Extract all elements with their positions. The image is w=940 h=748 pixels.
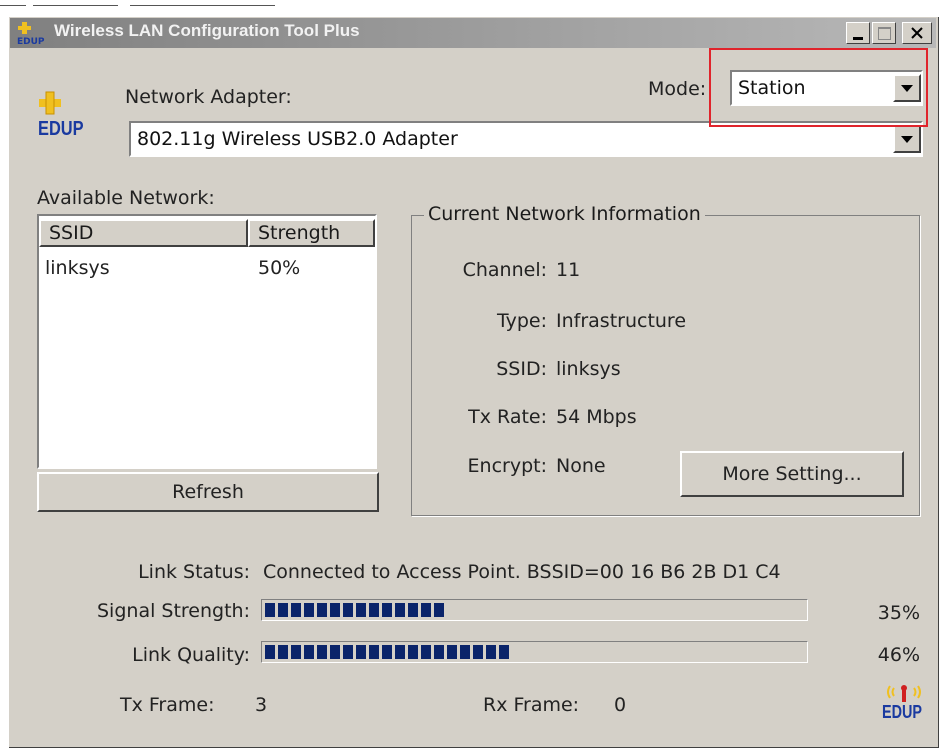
network-adapter-value: 802.11g Wireless USB2.0 Adapter <box>137 128 458 150</box>
progress-segment <box>330 645 340 659</box>
progress-segment <box>356 645 366 659</box>
link-status-label: Link Status: <box>138 561 250 583</box>
progress-segment <box>434 603 444 617</box>
progress-segment <box>499 645 509 659</box>
tab-strip-edge <box>0 5 26 6</box>
tx-frame-value: 3 <box>255 694 268 716</box>
edup-logo-text: EDUP <box>38 118 84 140</box>
progress-segment <box>486 645 496 659</box>
tab-strip-edge <box>130 5 275 6</box>
link-quality-bar <box>261 641 808 663</box>
progress-segment <box>304 645 314 659</box>
txrate-value: 54 Mbps <box>556 406 637 428</box>
column-header-ssid[interactable]: SSID <box>39 219 248 247</box>
type-label: Type: <box>496 310 547 332</box>
link-status-value: Connected to Access Point. BSSID=00 16 B… <box>263 561 781 583</box>
progress-segment <box>265 645 275 659</box>
available-network-label: Available Network: <box>37 187 215 209</box>
channel-label: Channel: <box>462 259 547 281</box>
encrypt-value: None <box>556 455 606 477</box>
progress-segment <box>382 603 392 617</box>
progress-segment <box>434 645 444 659</box>
ssid-label: SSID: <box>496 358 547 380</box>
close-button[interactable] <box>902 22 932 44</box>
progress-segment <box>408 603 418 617</box>
txrate-label: Tx Rate: <box>468 406 547 428</box>
highlight-box <box>709 48 928 127</box>
signal-strength-bar <box>261 599 808 621</box>
refresh-button[interactable]: Refresh <box>37 472 379 512</box>
link-quality-label: Link Quality: <box>132 644 250 666</box>
progress-segment <box>395 603 405 617</box>
mode-label: Mode: <box>648 78 707 100</box>
refresh-button-label: Refresh <box>172 481 244 503</box>
progress-segment <box>265 603 275 617</box>
progress-segment <box>278 645 288 659</box>
link-quality-percent: 46% <box>877 644 920 666</box>
progress-segment <box>343 603 353 617</box>
progress-segment <box>382 645 392 659</box>
progress-segment <box>473 645 483 659</box>
progress-segment <box>447 645 457 659</box>
progress-segment <box>317 603 327 617</box>
signal-strength-label: Signal Strength: <box>97 600 250 622</box>
column-header-strength[interactable]: Strength <box>248 219 375 247</box>
rx-frame-value: 0 <box>614 694 627 716</box>
type-value: Infrastructure <box>556 310 687 332</box>
window-title: Wireless LAN Configuration Tool Plus <box>54 21 360 40</box>
svg-text:EDUP: EDUP <box>17 37 45 46</box>
chevron-down-icon <box>901 135 913 143</box>
edup-logo: EDUP <box>36 90 96 150</box>
progress-segment <box>304 603 314 617</box>
progress-segment <box>330 603 340 617</box>
maximize-button[interactable] <box>872 22 896 44</box>
network-list[interactable] <box>37 214 377 469</box>
rx-frame-label: Rx Frame: <box>483 694 580 716</box>
progress-segment <box>356 603 366 617</box>
progress-segment <box>369 645 379 659</box>
progress-segment <box>460 645 470 659</box>
maximize-icon <box>877 26 891 40</box>
tx-frame-label: Tx Frame: <box>120 694 215 716</box>
wireless-antenna-icon: EDUP <box>880 680 928 726</box>
progress-segment <box>369 603 379 617</box>
close-icon <box>911 27 923 39</box>
progress-segment <box>395 645 405 659</box>
progress-segment <box>421 603 431 617</box>
encrypt-label: Encrypt: <box>467 455 547 477</box>
current-network-legend: Current Network Information <box>424 203 705 225</box>
list-item[interactable]: linksys 50% <box>41 255 373 281</box>
edup-logo-text: EDUP <box>882 702 923 722</box>
column-header-ssid-label: SSID <box>49 222 94 244</box>
progress-segment <box>343 645 353 659</box>
column-header-strength-label: Strength <box>258 222 341 244</box>
signal-strength-percent: 35% <box>877 602 920 624</box>
app-icon: EDUP <box>16 22 48 47</box>
list-item-strength: 50% <box>258 257 301 279</box>
progress-segment <box>291 645 301 659</box>
channel-value: 11 <box>556 259 581 281</box>
progress-segment <box>421 645 431 659</box>
more-setting-button[interactable]: More Setting... <box>680 451 904 497</box>
ssid-value: linksys <box>556 358 621 380</box>
progress-segment <box>408 645 418 659</box>
progress-segment <box>278 603 288 617</box>
list-item-ssid: linksys <box>45 257 110 279</box>
minimize-icon <box>853 36 863 40</box>
progress-segment <box>317 645 327 659</box>
more-setting-button-label: More Setting... <box>722 463 862 485</box>
tab-strip-edge <box>33 5 118 6</box>
network-adapter-label: Network Adapter: <box>125 86 292 108</box>
adapter-dropdown-button[interactable] <box>893 125 921 153</box>
minimize-button[interactable] <box>846 22 870 44</box>
progress-segment <box>291 603 301 617</box>
